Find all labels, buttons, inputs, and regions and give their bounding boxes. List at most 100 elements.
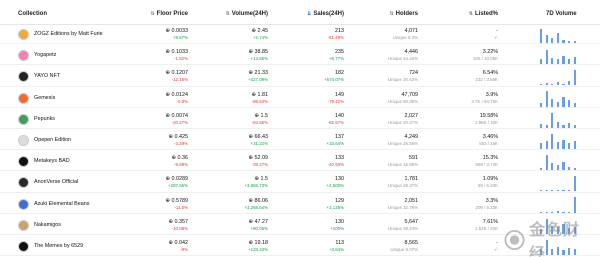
collection-name[interactable]: AnonVerse Official	[34, 179, 78, 185]
floor-price-change: -11.6%	[174, 204, 188, 210]
table-row[interactable]: Gemesis ⊕ 0.0124 -0.8% ⊕ 1.81 -89.53% 14…	[0, 89, 600, 108]
collection-name[interactable]: Nakamigos	[34, 222, 61, 228]
sales-change: +574.07%	[324, 77, 344, 83]
sales-value: 182	[335, 70, 344, 77]
sparkline-bar	[540, 103, 543, 107]
floor-price-cell: ⊕ 0.1207 -12.16%	[130, 70, 188, 88]
volume-value: ⊕ 1.81	[251, 91, 268, 98]
volume-7d-sparkline	[540, 154, 580, 171]
table-row[interactable]: ZOGZ Editions by Matt Furie ⊕ 0.0033 +9.…	[0, 25, 600, 46]
floor-price-change: -9.88%	[174, 162, 188, 168]
sparkline-bar	[540, 190, 543, 192]
collection-name[interactable]: The Memes by 6529	[34, 243, 83, 249]
header-floor-price[interactable]: ⇅ Floor Price	[150, 11, 188, 17]
floor-price-cell: ⊕ 0.0289 +287.65%	[130, 176, 188, 194]
listed-cell: 3.3% 209 / 6.33K	[438, 198, 498, 216]
listed-value: 6.54%	[482, 70, 498, 77]
collection-name[interactable]: Gemesis	[34, 95, 55, 101]
listed-cell: 1.09% 69 / 6.33K	[438, 176, 498, 194]
header-holders[interactable]: ⇅ Holders	[389, 11, 418, 17]
collection-name[interactable]: Azuki Elemental Beans	[34, 201, 89, 207]
holders-unique: Unique 20.62%	[387, 77, 418, 83]
table-row[interactable]: AnonVerse Official ⊕ 0.0289 +287.65% ⊕ 1…	[0, 173, 600, 194]
volume-7d-sparkline	[540, 91, 580, 107]
floor-price-change: -8%	[180, 247, 188, 252]
collection-name[interactable]: ZOGZ Editions by Matt Furie	[34, 31, 103, 37]
table-row[interactable]: Yogapetz ⊕ 0.1033 -1.52% ⊕ 38.85 +13.55%…	[0, 46, 600, 66]
holders-cell: 2,051 Unique 32.79%	[360, 198, 418, 216]
sales-value: 137	[335, 134, 344, 140]
floor-price-value: ⊕ 0.1033	[165, 49, 188, 56]
volume-7d-sparkline	[540, 197, 580, 213]
header-sales[interactable]: ⇊ Sales(24H)	[307, 11, 344, 17]
holders-cell: 8,565 Unique 9.07%	[360, 240, 418, 257]
table-row[interactable]: Metakeys BAD ⊕ 0.36 -9.88% ⊕ 52.09 -39.2…	[0, 152, 600, 172]
volume-cell: ⊕ 47.27 +80.05%	[200, 219, 268, 237]
sparkline-bar	[562, 162, 565, 171]
table-row[interactable]: Opepen Edition ⊕ 0.425 -3.29% ⊕ 66.43 +3…	[0, 131, 600, 152]
volume-cell: ⊕ 86.06 +3,268.64%	[200, 198, 268, 216]
header-volume[interactable]: ⇅ Volume(24H)	[226, 11, 268, 17]
collection-name[interactable]: Yogapetz	[34, 52, 56, 58]
volume-cell: ⊕ 2.45 +2.74%	[200, 28, 268, 46]
volume-cell: ⊕ 1.81 -89.53%	[200, 92, 268, 110]
table-row[interactable]: Azuki Elemental Beans ⊕ 0.5789 -11.6% ⊕ …	[0, 195, 600, 214]
listed-value: -	[496, 28, 498, 34]
listed-cell: 19.58% 1.96K / 10K	[438, 113, 498, 131]
holders-value: 4,249	[404, 134, 419, 140]
holders-unique: Unique 28.27%	[387, 183, 418, 189]
volume-value: ⊕ 66.43	[248, 134, 268, 140]
listed-count: -/-	[493, 247, 498, 252]
sparkline-bar	[545, 91, 548, 107]
listed-cell: 7.61% 1.52K / 20K	[438, 219, 498, 237]
volume-value: ⊕ 47.27	[248, 218, 268, 225]
volume-value: ⊕ 19.18	[248, 240, 268, 246]
sort-icon: ⇅	[150, 11, 155, 17]
collection-name[interactable]: Metakeys BAD	[34, 158, 70, 164]
volume-cell: ⊕ 21.33 +427.09%	[200, 70, 268, 88]
volume-change: -89.53%	[251, 98, 268, 104]
sales-value: 129	[335, 197, 344, 204]
holders-unique: Unique 26.56%	[387, 141, 418, 146]
sparkline-bar	[545, 141, 548, 149]
sparkline-bar	[556, 190, 560, 192]
table-row[interactable]: YAYO NFT ⊕ 0.1207 -12.16% ⊕ 21.33 +427.0…	[0, 67, 600, 88]
sparkline-bar	[573, 176, 576, 192]
sales-cell: 137 +33.64%	[290, 134, 344, 152]
collection-avatar	[18, 92, 29, 104]
sparkline-bar	[545, 124, 548, 128]
sales-value: 213	[335, 28, 344, 34]
sparkline-bar	[551, 57, 554, 65]
floor-price-value: ⊕ 0.357	[168, 218, 188, 225]
volume-change: +31.22%	[250, 141, 268, 146]
listed-count: 232 / 3.55K	[475, 77, 498, 83]
sparkline-bar	[562, 140, 565, 149]
watermark-text: 金色财经	[529, 220, 581, 257]
header-listed[interactable]: ⇅ Listed%	[469, 11, 498, 17]
sparkline-bar	[540, 28, 543, 43]
floor-price-value: ⊕ 0.0033	[165, 28, 188, 34]
table-row[interactable]: Pepunks ⊕ 0.0074 -20.27% ⊕ 1.5 -83.55% 1…	[0, 110, 600, 131]
sparkline-bar	[551, 190, 554, 192]
volume-cell: ⊕ 1.5 +3,965.73%	[200, 176, 268, 194]
floor-price-cell: ⊕ 0.0033 +9.67%	[130, 28, 188, 46]
sales-value: 149	[335, 91, 344, 98]
collection-name[interactable]: YAYO NFT	[34, 73, 60, 79]
header-collection[interactable]: Collection	[18, 11, 47, 17]
sparkline-bar	[573, 167, 576, 171]
volume-7d-sparkline	[540, 175, 580, 192]
collection-name[interactable]: Pepunks	[34, 116, 55, 122]
sparkline-bar	[562, 125, 565, 128]
holders-value: 1,781	[404, 176, 419, 183]
header-7d-volume: 7D Volume	[546, 11, 577, 17]
holders-unique: Unique 28.24%	[387, 225, 418, 231]
holders-value: 4,446	[404, 49, 419, 56]
collection-name[interactable]: Opepen Edition	[34, 137, 71, 143]
holders-unique: Unique 20.27%	[387, 119, 418, 125]
sparkline-bar	[556, 82, 560, 86]
sparkline-bar	[551, 133, 554, 149]
sparkline-bar	[568, 167, 571, 171]
sparkline-bar	[556, 33, 560, 43]
holders-value: 591	[409, 155, 418, 162]
sparkline-bar	[568, 142, 571, 149]
